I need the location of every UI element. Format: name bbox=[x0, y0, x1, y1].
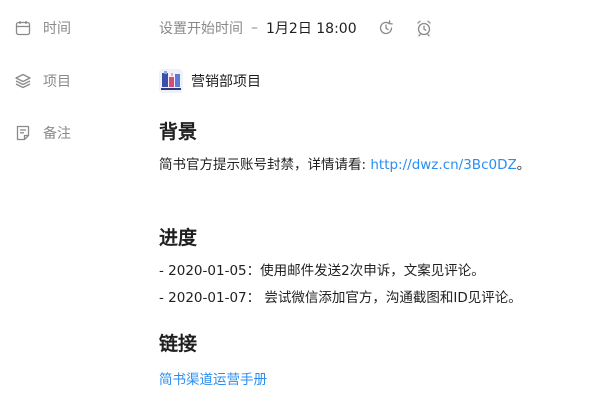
links-heading: 链接 bbox=[159, 333, 198, 355]
progress-heading: 进度 bbox=[159, 227, 198, 249]
background-text: 简书官方提示账号封禁，详情请看: bbox=[159, 157, 371, 173]
start-time-placeholder[interactable]: 设置开始时间 bbox=[159, 18, 243, 38]
end-time-value[interactable]: 1月2日 18:00 bbox=[266, 18, 357, 38]
project-field-label: 项目 bbox=[14, 70, 71, 92]
repeat-icon[interactable] bbox=[376, 18, 396, 38]
link-item[interactable]: 简书渠道运营手册 bbox=[159, 372, 267, 388]
progress-item: - 2020-01-05：使用邮件发送2次申诉，文案见评论。 bbox=[159, 263, 485, 279]
links-list: 简书渠道运营手册 bbox=[159, 369, 267, 391]
time-range: 设置开始时间 – 1月2日 18:00 bbox=[159, 17, 434, 39]
project-name: 营销部项目 bbox=[191, 74, 261, 90]
note-icon bbox=[14, 124, 32, 142]
time-field-label: 时间 bbox=[14, 17, 71, 39]
time-label: 时间 bbox=[43, 21, 71, 37]
time-separator: – bbox=[251, 20, 258, 36]
project-label: 项目 bbox=[43, 74, 71, 90]
background-heading: 背景 bbox=[159, 121, 198, 143]
notes-field-label: 备注 bbox=[14, 122, 71, 144]
background-link[interactable]: http://dwz.cn/3Bc0DZ bbox=[370, 157, 516, 173]
alarm-clock-icon[interactable] bbox=[414, 18, 434, 38]
project-avatar-icon bbox=[159, 69, 183, 93]
notes-label: 备注 bbox=[43, 126, 71, 142]
background-text-end: 。 bbox=[516, 157, 531, 173]
calendar-icon bbox=[14, 19, 32, 37]
progress-item: - 2020-01-07： 尝试微信添加官方，沟通截图和ID见评论。 bbox=[159, 290, 522, 306]
layers-icon bbox=[14, 72, 32, 90]
background-paragraph: 简书官方提示账号封禁，详情请看: http://dwz.cn/3Bc0DZ。 bbox=[159, 154, 530, 176]
project-selector[interactable]: 营销部项目 bbox=[159, 68, 261, 94]
